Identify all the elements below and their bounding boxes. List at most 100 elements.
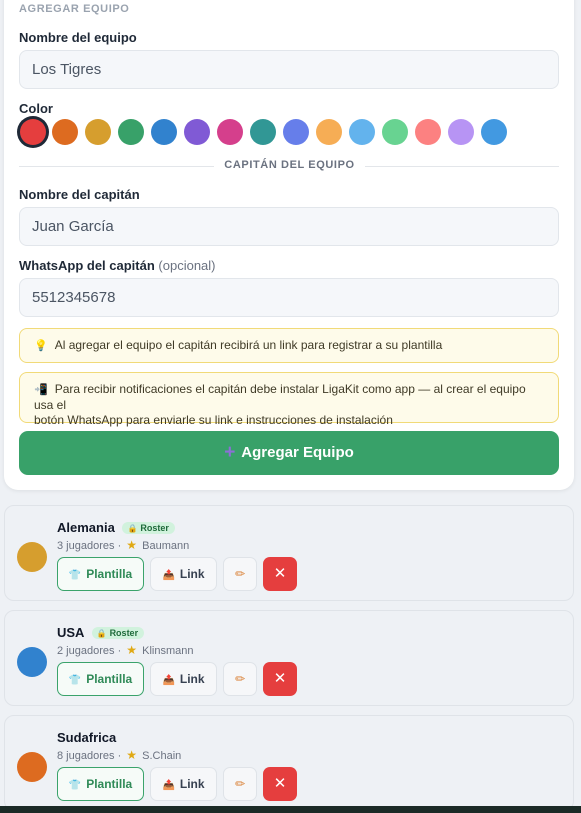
color-swatch-5[interactable] (151, 119, 177, 145)
plantilla-button-label: Plantilla (86, 672, 133, 686)
link-button[interactable]: 📤 Link (150, 662, 217, 696)
plantilla-button[interactable]: 👕 Plantilla (57, 557, 144, 591)
color-swatch-3[interactable] (85, 119, 111, 145)
color-swatch-13[interactable] (415, 119, 441, 145)
team-color-dot (17, 542, 47, 572)
section-title: AGREGAR EQUIPO (19, 3, 130, 15)
plantilla-button-label: Plantilla (86, 567, 133, 581)
link-button[interactable]: 📤 Link (150, 767, 217, 801)
star-icon: ★ (126, 643, 138, 657)
team-name-row: Alemania 🔒 Roster (57, 520, 175, 535)
bottom-bar (0, 806, 581, 813)
pencil-icon: ✏ (234, 672, 246, 686)
star-icon: ★ (126, 538, 138, 552)
meta-separator: · (117, 540, 122, 552)
captain-name: Klinsmann (142, 645, 194, 657)
color-swatch-2[interactable] (52, 119, 78, 145)
team-name: Alemania (57, 520, 115, 535)
captain-divider: CAPITÁN DEL EQUIPO (19, 158, 559, 174)
team-meta: 2 jugadores · ★ Klinsmann (57, 643, 193, 657)
team-name-label: Nombre del equipo (19, 30, 137, 45)
meta-separator: · (117, 645, 122, 657)
link-icon: 📤 (162, 570, 175, 581)
lightbulb-icon: 💡 (34, 340, 48, 352)
color-swatch-11[interactable] (349, 119, 375, 145)
meta-separator: · (117, 750, 122, 762)
edit-button[interactable]: ✏ (223, 557, 257, 591)
captain-name-label: Nombre del capitán (19, 187, 140, 202)
color-swatch-8[interactable] (250, 119, 276, 145)
color-swatch-1[interactable] (20, 119, 46, 145)
color-swatch-12[interactable] (382, 119, 408, 145)
link-button-label: Link (179, 567, 205, 581)
team-name: Sudafrica (57, 730, 117, 745)
roster-badge: 🔒 Roster (122, 522, 175, 534)
link-button-label: Link (179, 672, 205, 686)
close-icon: ✕ (273, 565, 287, 582)
notice-text-line1: Para recibir notificaciones el capitán d… (34, 382, 526, 412)
whatsapp-label-text: WhatsApp del capitán (19, 258, 155, 273)
roster-badge-label: Roster (140, 523, 169, 533)
plantilla-button[interactable]: 👕 Plantilla (57, 662, 144, 696)
team-name-input[interactable]: Los Tigres (19, 50, 559, 89)
lock-icon: 🔒 (96, 629, 107, 638)
edit-button[interactable]: ✏ (223, 662, 257, 696)
captain-name: S.Chain (142, 750, 182, 762)
add-team-button-label: Agregar Equipo (241, 444, 354, 461)
phone-icon: 📲 (34, 384, 48, 396)
team-name-row: Sudafrica (57, 730, 116, 745)
color-swatch-7[interactable] (217, 119, 243, 145)
whatsapp-optional: (opcional) (158, 258, 216, 273)
team-card: Sudafrica 8 jugadores · ★ S.Chain 👕 Plant… (4, 715, 574, 811)
player-count: 2 jugadores (57, 645, 115, 657)
player-count: 3 jugadores (57, 540, 115, 552)
close-icon: ✕ (273, 775, 287, 792)
link-button[interactable]: 📤 Link (150, 557, 217, 591)
color-swatch-9[interactable] (283, 119, 309, 145)
color-label: Color (19, 101, 53, 116)
star-icon: ★ (126, 748, 138, 762)
color-swatch-4[interactable] (118, 119, 144, 145)
shirt-icon: 👕 (68, 570, 82, 581)
captain-name-input[interactable]: Juan García (19, 207, 559, 246)
color-swatch-10[interactable] (316, 119, 342, 145)
plantilla-button-label: Plantilla (86, 777, 133, 791)
team-card: Alemania 🔒 Roster 3 jugadores · ★ Baumann… (4, 505, 574, 601)
team-meta: 3 jugadores · ★ Baumann (57, 538, 189, 552)
plus-icon: + (224, 442, 236, 463)
edit-button[interactable]: ✏ (223, 767, 257, 801)
link-icon: 📤 (162, 675, 175, 686)
color-swatch-6[interactable] (184, 119, 210, 145)
team-meta: 8 jugadores · ★ S.Chain (57, 748, 181, 762)
color-swatch-14[interactable] (448, 119, 474, 145)
color-swatch-15[interactable] (481, 119, 507, 145)
captain-section-title: CAPITÁN DEL EQUIPO (224, 159, 355, 171)
divider-line (365, 166, 559, 167)
pencil-icon: ✏ (234, 567, 246, 581)
team-name: USA (57, 625, 84, 640)
whatsapp-input[interactable]: 5512345678 (19, 278, 559, 317)
add-team-form: AGREGAR EQUIPO Nombre del equipo Los Tig… (4, 0, 574, 490)
captain-name: Baumann (142, 540, 190, 552)
whatsapp-label: WhatsApp del capitán (opcional) (19, 258, 216, 273)
team-color-dot (17, 752, 47, 782)
add-team-button[interactable]: + Agregar Equipo (19, 431, 559, 475)
player-count: 8 jugadores (57, 750, 115, 762)
notice-text: Al agregar el equipo el capitán recibirá… (54, 338, 443, 352)
shirt-icon: 👕 (68, 780, 82, 791)
team-color-dot (17, 647, 47, 677)
delete-button[interactable]: ✕ (263, 767, 297, 801)
divider-line (19, 166, 214, 167)
info-notice: 💡 Al agregar el equipo el capitán recibir… (19, 328, 559, 363)
roster-badge-label: Roster (109, 628, 139, 638)
team-name-row: USA 🔒 Roster (57, 625, 145, 640)
team-card: USA 🔒 Roster 2 jugadores · ★ Klinsmann 👕 P… (4, 610, 574, 706)
plantilla-button[interactable]: 👕 Plantilla (57, 767, 144, 801)
delete-button[interactable]: ✕ (263, 662, 297, 696)
delete-button[interactable]: ✕ (263, 557, 297, 591)
notice-text-line2: botón WhatsApp para enviarle su link e i… (34, 413, 393, 427)
link-button-label: Link (179, 777, 205, 791)
link-icon: 📤 (162, 780, 175, 791)
lock-icon: 🔒 (127, 524, 138, 533)
roster-badge: 🔒 Roster (91, 627, 145, 639)
